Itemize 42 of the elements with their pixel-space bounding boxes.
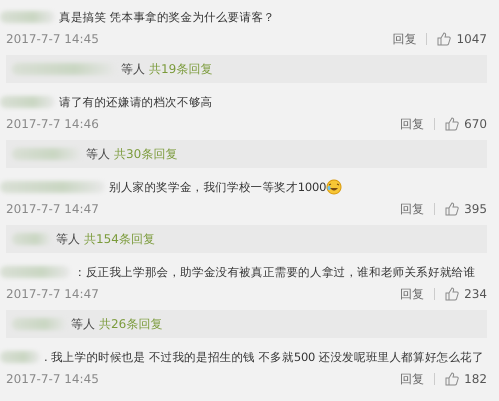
comment-text: . 我上学的时候也是 不过我的是招生的钱 不多就500 还没发呢班里人都算好怎么花了 — [44, 350, 484, 364]
replies-suffix: 等人 — [71, 316, 95, 332]
thumbs-up-icon[interactable] — [437, 32, 452, 46]
comment-time: 2017-7-7 14:47 — [6, 287, 100, 301]
reply-link[interactable]: 回复 — [400, 200, 424, 218]
blurred-username[interactable] — [0, 96, 55, 108]
blurred-username[interactable] — [0, 351, 40, 363]
comment-text: 真是搞笑 凭本事拿的奖金为什么要请客？ — [59, 10, 275, 24]
blurred-username[interactable] — [12, 233, 52, 245]
replies-suffix: 等人 — [56, 230, 80, 248]
like-count: 670 — [464, 117, 487, 131]
comment-time: 2017-7-7 14:46 — [6, 117, 100, 131]
blurred-username[interactable] — [0, 266, 70, 278]
thumbs-up-icon[interactable] — [445, 372, 460, 386]
reply-count-link[interactable]: 共30条回复 — [114, 146, 178, 162]
like-count: 182 — [464, 372, 487, 386]
like-count: 395 — [464, 202, 487, 216]
reply-count-link[interactable]: 共154条回复 — [84, 230, 155, 248]
comment-time: 2017-7-7 14:45 — [6, 372, 100, 386]
reply-count-link[interactable]: 共19条回复 — [149, 60, 212, 78]
blurred-username[interactable] — [12, 148, 82, 160]
blurred-username[interactable] — [12, 318, 67, 330]
replies-suffix: 等人 — [121, 60, 145, 78]
reply-link[interactable]: 回复 — [400, 286, 424, 302]
comment-time: 2017-7-7 14:47 — [6, 202, 100, 216]
comment-text: ：反正我上学那会，助学金没有被真正需要的人拿过，谁和老师关系好就给谁 — [74, 264, 476, 280]
reply-link[interactable]: 回复 — [392, 30, 416, 48]
blurred-username[interactable] — [0, 11, 55, 23]
thumbs-up-icon[interactable] — [445, 202, 460, 216]
blurred-username[interactable] — [0, 181, 105, 193]
replies-suffix: 等人 — [86, 146, 110, 162]
reply-link[interactable]: 回复 — [400, 370, 424, 388]
blurred-username[interactable] — [12, 63, 117, 75]
like-count: 1047 — [456, 32, 487, 46]
reply-link[interactable]: 回复 — [400, 116, 424, 132]
reply-count-link[interactable]: 共26条回复 — [99, 316, 162, 332]
comment-time: 2017-7-7 14:45 — [6, 32, 100, 46]
thumbs-up-icon[interactable] — [445, 117, 460, 131]
comment-text: 请了有的还嫌请的档次不够高 — [59, 94, 212, 110]
comment-text: 别人家的奖学金，我们学校一等奖才1000 — [109, 180, 326, 194]
like-count: 234 — [464, 287, 487, 301]
thumbs-up-icon[interactable] — [445, 287, 460, 301]
